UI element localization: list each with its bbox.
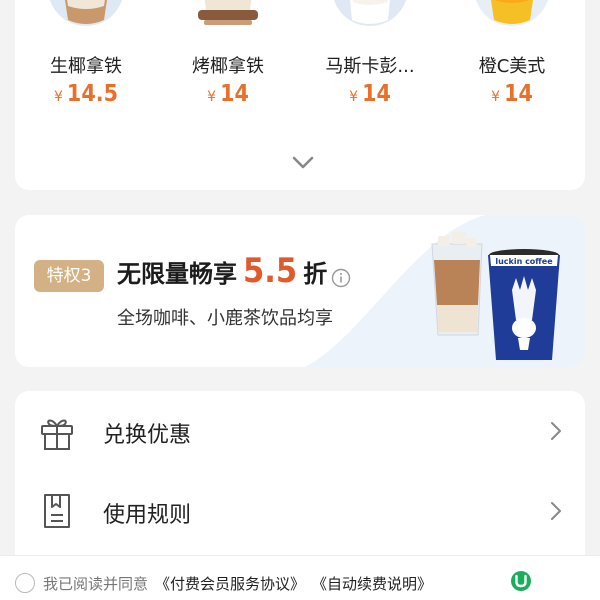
- product-image: [332, 0, 408, 26]
- agreement-bar: 我已阅读并同意 《付费会员服务协议》 《自动续费说明》: [0, 555, 600, 600]
- product-price: ¥14: [207, 81, 249, 107]
- coffee-cups-image: luckin coffee: [431, 232, 560, 360]
- product-card: 生椰拿铁 ¥14.5 烤椰拿铁 ¥14 马斯卡彭... ¥14 橙C美式 ¥ 1…: [15, 0, 585, 190]
- menu-item-rules[interactable]: 使用规则: [15, 471, 585, 551]
- product-name: 马斯卡彭...: [325, 56, 415, 77]
- agreement-prefix: 我已阅读并同意: [43, 575, 149, 593]
- product-name: 橙C美式: [478, 56, 546, 77]
- menu-list: 兑换优惠 使用规则: [15, 391, 585, 566]
- privilege-title: 无限量畅享 5.5 折: [117, 251, 328, 291]
- menu-item-label: 兑换优惠: [103, 423, 192, 448]
- product-price: ¥14: [491, 81, 533, 107]
- product-price: ¥14: [349, 81, 391, 107]
- product-image: [474, 0, 550, 26]
- member-agreement-link[interactable]: 《付费会员服务协议》: [155, 573, 305, 594]
- privilege-banner: 特权3 无限量畅享 5.5 折 全场咖啡、小鹿茶饮品均享 luckin coffee: [15, 215, 585, 367]
- product-image: [48, 0, 124, 26]
- product-price: ¥14.5: [54, 81, 118, 107]
- gift-icon: [41, 419, 73, 450]
- discount-value: 5.5: [243, 251, 298, 291]
- document-icon: [44, 494, 70, 528]
- menu-item-label: 使用规则: [103, 503, 192, 528]
- cup-brand-text: luckin coffee: [495, 257, 553, 266]
- privilege-subtitle: 全场咖啡、小鹿茶饮品均享: [117, 308, 333, 329]
- chevron-right-icon: [551, 502, 561, 520]
- product-name: 烤椰拿铁: [192, 56, 264, 77]
- auto-renew-link[interactable]: 《自动续费说明》: [312, 573, 432, 594]
- chevron-right-icon: [551, 422, 561, 440]
- menu-item-redeem[interactable]: 兑换优惠: [15, 391, 585, 471]
- agree-checkbox[interactable]: [15, 573, 35, 593]
- app-logo-icon: [511, 571, 531, 591]
- privilege-badge: 特权3: [34, 260, 104, 292]
- chevron-down-icon[interactable]: [292, 156, 314, 170]
- product-name: 生椰拿铁: [50, 56, 122, 77]
- product-image: [190, 0, 266, 26]
- info-icon[interactable]: [331, 268, 351, 288]
